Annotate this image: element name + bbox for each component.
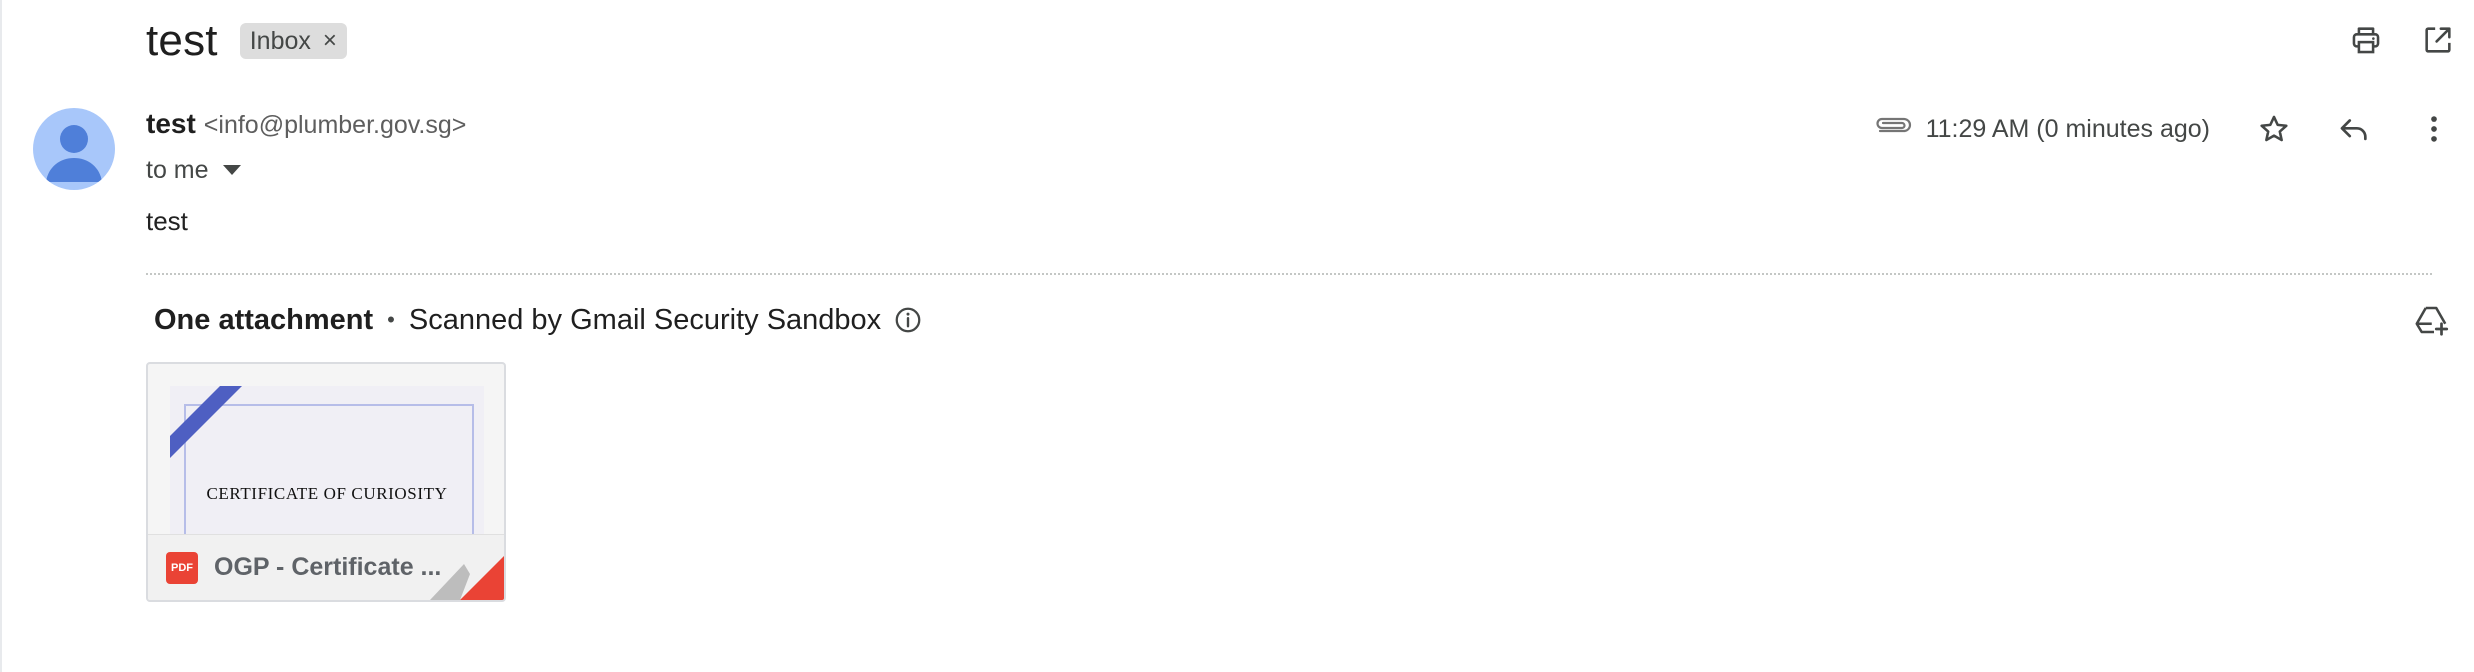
chevron-down-icon	[222, 165, 241, 175]
add-to-drive-icon	[2415, 306, 2449, 336]
folded-corner-icon	[430, 556, 504, 600]
security-scan-label: Scanned by Gmail Security Sandbox	[408, 303, 882, 336]
separator-bullet: •	[387, 307, 395, 332]
info-icon[interactable]	[893, 305, 923, 335]
email-view: test Inbox × test <info@plumber.gov.sg> …	[0, 0, 2474, 672]
more-options-button[interactable]	[2394, 107, 2474, 151]
email-subject: test	[146, 16, 218, 65]
paperclip-icon	[1875, 117, 1911, 133]
attachment-file-name: OGP - Certificate ...	[214, 553, 442, 581]
add-all-to-drive-button[interactable]	[2406, 298, 2456, 342]
label-chip-text: Inbox	[249, 26, 311, 55]
more-vert-icon	[2431, 116, 2437, 142]
recipient-details-toggle[interactable]: to me	[146, 152, 241, 188]
label-chip-inbox[interactable]: Inbox ×	[239, 23, 347, 59]
attachment-card[interactable]: CERTIFICATE OF CURIOSITY PDF OGP - Certi…	[146, 362, 506, 602]
left-border	[0, 0, 2, 672]
sender-line: test <info@plumber.gov.sg>	[146, 108, 466, 148]
thread-actions	[2330, 18, 2474, 62]
reply-icon	[2340, 119, 2367, 141]
default-avatar-icon	[46, 125, 102, 182]
message-meta: 11:29 AM (0 minutes ago)	[1874, 106, 2474, 152]
open-in-new-window-icon	[2425, 27, 2451, 53]
sender-avatar[interactable]	[33, 108, 115, 190]
star-icon	[2260, 115, 2288, 142]
printer-icon	[2352, 27, 2380, 54]
message-body: test	[146, 206, 188, 236]
open-new-window-button[interactable]	[2402, 18, 2474, 62]
certificate-title: CERTIFICATE OF CURIOSITY	[206, 484, 448, 503]
reply-button[interactable]	[2314, 107, 2394, 151]
certificate-ribbon	[170, 386, 242, 458]
recipient-label: to me	[146, 155, 209, 184]
pdf-file-icon: PDF	[166, 551, 198, 584]
sender-email: <info@plumber.gov.sg>	[203, 111, 467, 139]
attachments-header: One attachment • Scanned by Gmail Securi…	[154, 298, 923, 342]
attachments-divider	[146, 273, 2432, 275]
message-timestamp: 11:29 AM (0 minutes ago)	[1925, 114, 2210, 143]
remove-label-button[interactable]: ×	[323, 29, 337, 53]
attachment-count: One attachment	[154, 303, 374, 336]
subject-row: test Inbox ×	[146, 10, 347, 72]
sender-name[interactable]: test	[146, 108, 196, 140]
print-button[interactable]	[2330, 18, 2402, 62]
star-button[interactable]	[2234, 107, 2314, 151]
